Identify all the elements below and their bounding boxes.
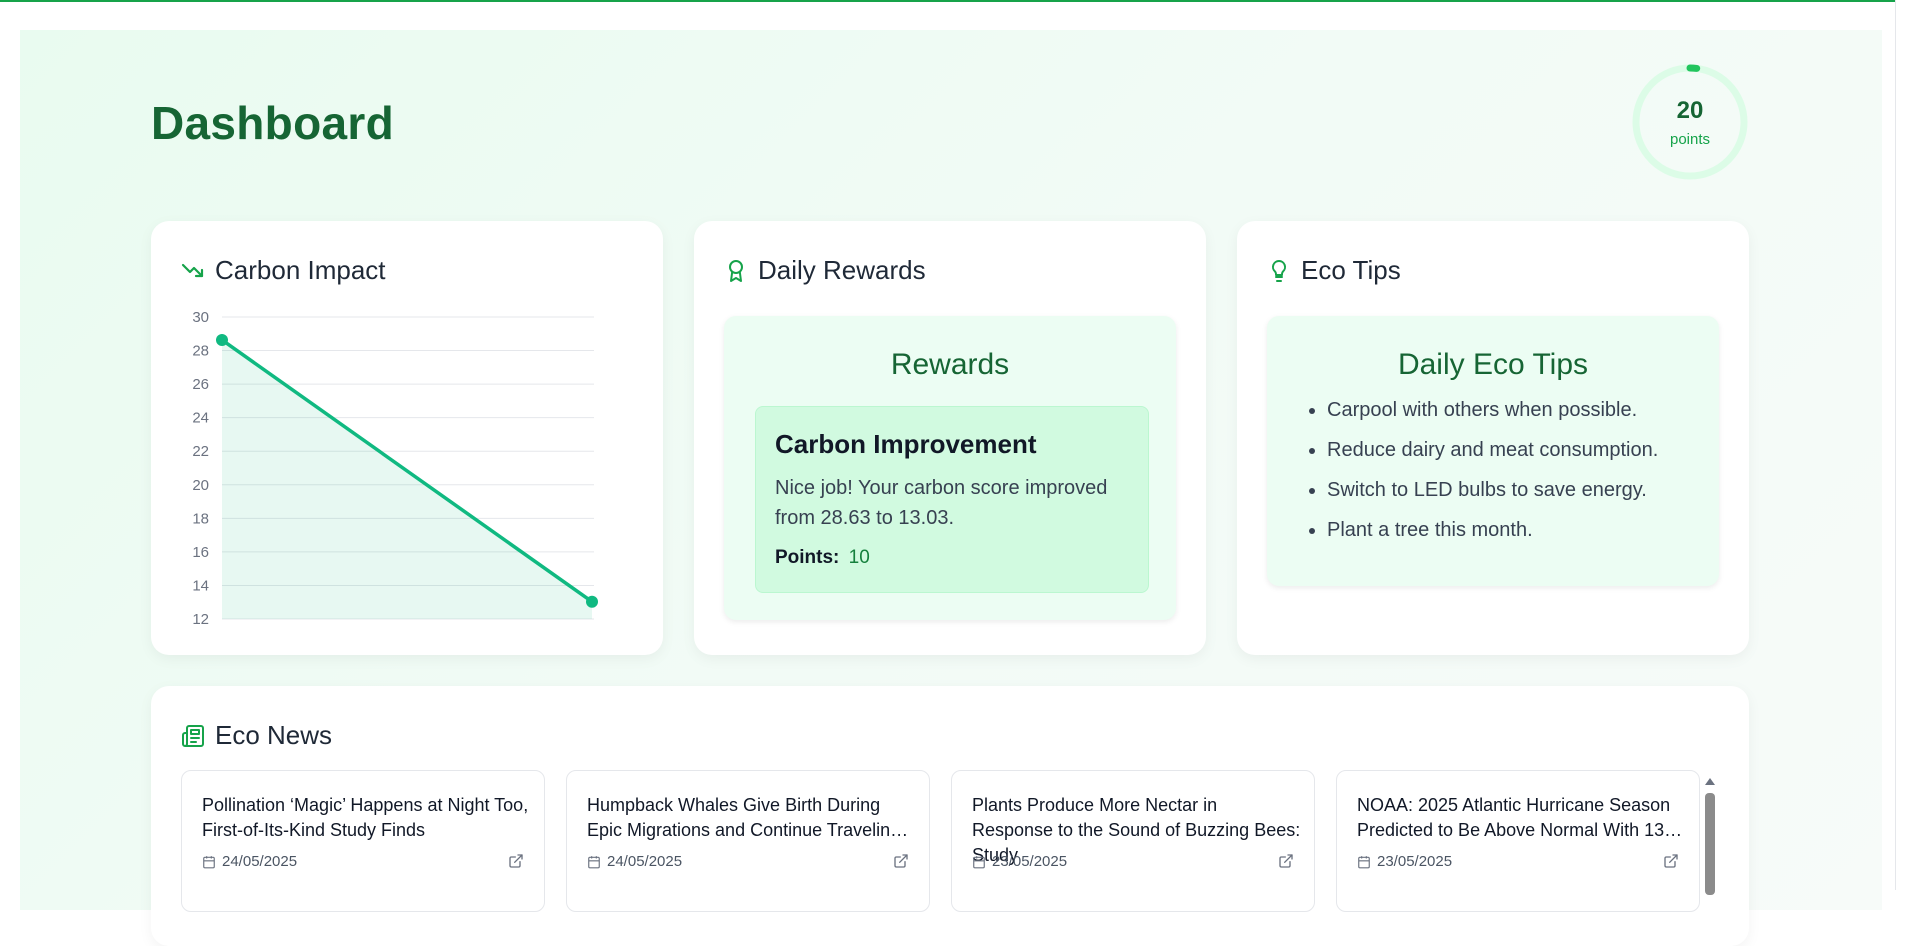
- eco-tips-title: Eco Tips: [1301, 255, 1401, 285]
- eco-tips-panel: Daily Eco Tips Carpool with others when …: [1267, 316, 1719, 586]
- reward-item: Carbon Improvement Nice job! Your carbon…: [755, 406, 1149, 593]
- chart-area: [222, 339, 592, 619]
- news-date-text: 23/05/2025: [1377, 853, 1453, 870]
- carbon-impact-title: Carbon Impact: [215, 255, 386, 285]
- chart-y-tick-label: 16: [192, 544, 209, 561]
- chart-y-tick-label: 30: [192, 309, 209, 326]
- chart-data-point: [586, 595, 598, 608]
- calendar-icon: [1358, 855, 1370, 868]
- calendar-icon: [973, 855, 985, 868]
- newspaper-icon: [182, 724, 204, 747]
- news-date: 24/05/2025: [202, 853, 297, 870]
- page-title: Dashboard: [151, 97, 394, 149]
- reward-description: Nice job! Your carbon score improved fro…: [775, 477, 1108, 529]
- news-date-text: 23/05/2025: [992, 853, 1068, 870]
- eco-tip-item: Reduce dairy and meat consumption.: [1327, 438, 1658, 478]
- daily-rewards-card: Daily Rewards Rewards Carbon Improvement…: [694, 221, 1206, 655]
- calendar-icon: [588, 855, 600, 868]
- lightbulb-icon: [1271, 259, 1287, 282]
- chart-y-tick-label: 20: [192, 477, 209, 494]
- eco-tip-item: Plant a tree this month.: [1327, 518, 1658, 558]
- news-scrollbar[interactable]: [1704, 775, 1716, 895]
- carbon-impact-chart: 3028262422201816141224/05/202525/05/2025: [192, 309, 598, 628]
- news-card[interactable]: Humpback Whales Give Birth During Epic M…: [566, 770, 930, 912]
- external-link-icon[interactable]: [508, 853, 524, 869]
- top-accent-bar: [0, 0, 1911, 2]
- chart-y-tick-label: 14: [192, 577, 209, 594]
- news-title[interactable]: Pollination ‘Magic’ Happens at Night Too…: [202, 793, 532, 843]
- news-card[interactable]: Pollination ‘Magic’ Happens at Night Too…: [181, 770, 545, 912]
- eco-tips-card: Eco Tips Daily Eco Tips Carpool with oth…: [1237, 221, 1749, 655]
- scroll-up-arrow: [1705, 778, 1715, 785]
- eco-tips-list: Carpool with others when possible. Reduc…: [1297, 398, 1658, 558]
- eco-tip-item: Carpool with others when possible.: [1327, 398, 1658, 438]
- reward-points-value: 10: [848, 547, 870, 568]
- news-card[interactable]: Plants Produce More Nectar in Response t…: [951, 770, 1315, 912]
- eco-tips-heading: Daily Eco Tips: [1397, 348, 1589, 381]
- rewards-heading: Rewards: [890, 348, 1010, 381]
- news-date: 23/05/2025: [972, 853, 1067, 870]
- news-title[interactable]: Humpback Whales Give Birth During Epic M…: [587, 793, 917, 843]
- chart-y-tick-label: 24: [192, 410, 209, 427]
- eco-news-title: Eco News: [215, 720, 333, 750]
- eco-tip-item: Switch to LED bulbs to save energy.: [1327, 478, 1658, 518]
- news-date: 24/05/2025: [587, 853, 682, 870]
- external-link-icon[interactable]: [1663, 853, 1679, 869]
- award-icon: [729, 259, 743, 282]
- chart-y-tick-label: 12: [192, 611, 209, 628]
- window-scrollbar[interactable]: [1895, 0, 1911, 890]
- news-date-text: 24/05/2025: [222, 853, 298, 870]
- chart-y-tick-label: 28: [192, 343, 209, 360]
- chart-y-tick-label: 18: [192, 510, 209, 527]
- chart-data-point: [216, 333, 228, 346]
- reward-points-label: Points:: [775, 547, 840, 568]
- trending-down-icon: [181, 263, 204, 277]
- reward-points: Points: 10: [775, 547, 870, 569]
- points-value: 20: [1676, 97, 1704, 124]
- news-title[interactable]: NOAA: 2025 Atlantic Hurricane Season Pre…: [1357, 793, 1687, 843]
- scroll-thumb: [1705, 793, 1715, 895]
- rewards-panel: Rewards Carbon Improvement Nice job! You…: [724, 316, 1176, 620]
- chart-y-tick-label: 26: [192, 376, 209, 393]
- reward-title: Carbon Improvement: [775, 429, 1037, 459]
- external-link-icon[interactable]: [1278, 853, 1294, 869]
- calendar-icon: [203, 855, 215, 868]
- chart-y-tick-label: 22: [192, 443, 209, 460]
- news-card[interactable]: NOAA: 2025 Atlantic Hurricane Season Pre…: [1336, 770, 1700, 912]
- points-label: points: [1669, 131, 1711, 148]
- news-date: 23/05/2025: [1357, 853, 1452, 870]
- news-date-text: 24/05/2025: [607, 853, 683, 870]
- carbon-impact-card: Carbon Impact 3028262422201816141224/05/…: [151, 221, 663, 655]
- external-link-icon[interactable]: [893, 853, 909, 869]
- daily-rewards-title: Daily Rewards: [758, 255, 926, 285]
